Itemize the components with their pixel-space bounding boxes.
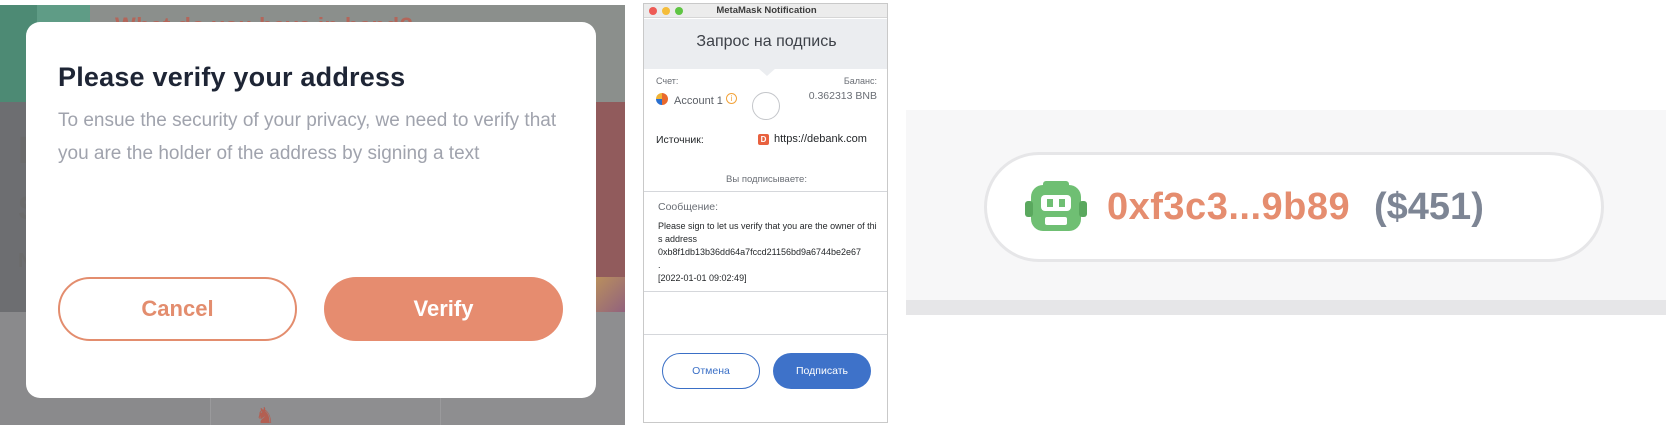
account-label: Счет:	[656, 76, 679, 86]
bottom-strip	[906, 300, 1666, 315]
address-chip-panel: 0xf3c3...9b89 ($451)	[906, 110, 1666, 315]
debank-logo-icon: D	[758, 134, 769, 145]
signature-request-header: Запрос на подпись	[644, 19, 887, 69]
source-url: https://debank.com	[774, 133, 867, 145]
window-title: MetaMask Notification	[716, 5, 817, 16]
cancel-button[interactable]: Отмена	[662, 353, 760, 389]
sign-button[interactable]: Подписать	[773, 353, 871, 389]
message-line: [2022-01-01 09:02:49]	[658, 273, 747, 283]
balance-value: 0.362313 BNB	[808, 90, 877, 102]
verify-address-modal: Please verify your address To ensue the …	[26, 22, 596, 398]
metamask-notification-window: MetaMask Notification Запрос на подпись …	[643, 3, 888, 423]
divider	[644, 191, 887, 192]
message-line: 0xb8f1db13b36dd64a7fccd21156bd9a6744be2e…	[658, 247, 862, 257]
signing-label: Вы подписываете:	[726, 174, 807, 185]
signature-request-title: Запрос на подпись	[696, 33, 837, 50]
message-body: Please sign to let us verify that you ar…	[658, 220, 880, 285]
source-label: Источник:	[656, 134, 704, 146]
header-pointer	[758, 68, 776, 76]
address-chip[interactable]: 0xf3c3...9b89 ($451)	[984, 152, 1604, 262]
verify-button[interactable]: Verify	[324, 277, 563, 341]
divider	[644, 334, 887, 335]
wallet-address: 0xf3c3...9b89	[1107, 186, 1351, 228]
account-avatar-icon	[656, 93, 668, 105]
origin-identicon	[752, 92, 780, 120]
message-line: .	[658, 260, 661, 270]
window-titlebar: MetaMask Notification	[644, 4, 887, 18]
modal-description: To ensue the security of your privacy, w…	[58, 110, 557, 164]
account-name[interactable]: Account 1	[674, 95, 723, 107]
message-line: Please sign to let us verify that you ar…	[658, 221, 877, 244]
wallet-balance: ($451)	[1374, 186, 1484, 228]
cancel-button[interactable]: Cancel	[58, 277, 297, 341]
balance-label: Баланс:	[843, 76, 877, 86]
web-app-panel: What do you have in hand? E S N ♞ Please…	[0, 5, 625, 425]
divider	[644, 291, 887, 292]
modal-title: Please verify your address	[58, 62, 406, 92]
unicorn-icon: ♞	[255, 403, 275, 425]
info-icon[interactable]: i	[726, 93, 737, 104]
message-label: Сообщение:	[658, 201, 719, 213]
robot-avatar-icon	[1025, 181, 1087, 231]
